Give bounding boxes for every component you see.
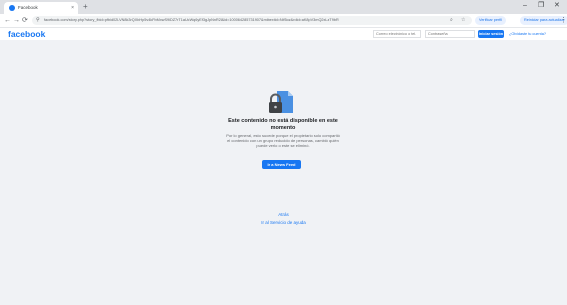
browser-tab[interactable]: Facebook × (4, 2, 78, 14)
login-button[interactable]: Iniciar sesión (478, 30, 504, 38)
forward-button[interactable]: → (13, 15, 20, 26)
minimize-button[interactable]: – (523, 0, 527, 12)
back-link[interactable]: Atrás (220, 212, 347, 218)
zoom-icon[interactable]: ⌕ (450, 16, 453, 25)
tab-title: Facebook (18, 5, 38, 10)
browser-menu-icon[interactable]: ⋮ (560, 15, 567, 26)
maximize-button[interactable]: ❐ (538, 0, 544, 12)
unavailable-heading: Este contenido no está disponible en est… (228, 118, 338, 131)
browser-tab-strip: Facebook × + – ❐ ✕ (0, 0, 567, 14)
locked-content-icon (269, 91, 293, 113)
url-text[interactable]: facebook.com/story.php?story_fbid=pfbid0… (44, 16, 424, 25)
profile-chip[interactable]: Verificar perfil (475, 16, 506, 25)
password-field[interactable] (425, 30, 475, 38)
tab-close-icon[interactable]: × (71, 2, 74, 14)
reload-button[interactable]: ⟳ (22, 15, 28, 26)
help-center-link[interactable]: Ir al Servicio de ayuda (220, 220, 347, 226)
star-icon[interactable]: ☆ (461, 16, 465, 25)
facebook-favicon-icon (9, 5, 15, 11)
unavailable-description: Por lo general, esto sucede porque el pr… (226, 133, 340, 148)
new-tab-button[interactable]: + (83, 1, 88, 13)
close-window-button[interactable]: ✕ (554, 0, 560, 12)
facebook-logo[interactable]: facebook (8, 28, 45, 40)
facebook-header: facebook Iniciar sesión ¿Olvidaste tu cu… (0, 28, 567, 40)
main-content (0, 40, 567, 305)
address-bar[interactable]: ⚲ facebook.com/story.php?story_fbid=pfbi… (32, 16, 472, 25)
email-field[interactable] (373, 30, 421, 38)
site-info-icon[interactable]: ⚲ (36, 16, 40, 25)
browser-toolbar: ← → ⟳ ⚲ facebook.com/story.php?story_fbi… (0, 14, 567, 28)
forgot-account-link[interactable]: ¿Olvidaste tu cuenta? (509, 30, 546, 38)
back-button[interactable]: ← (4, 15, 11, 26)
go-to-feed-button[interactable]: Ir a News Feed (262, 160, 301, 169)
